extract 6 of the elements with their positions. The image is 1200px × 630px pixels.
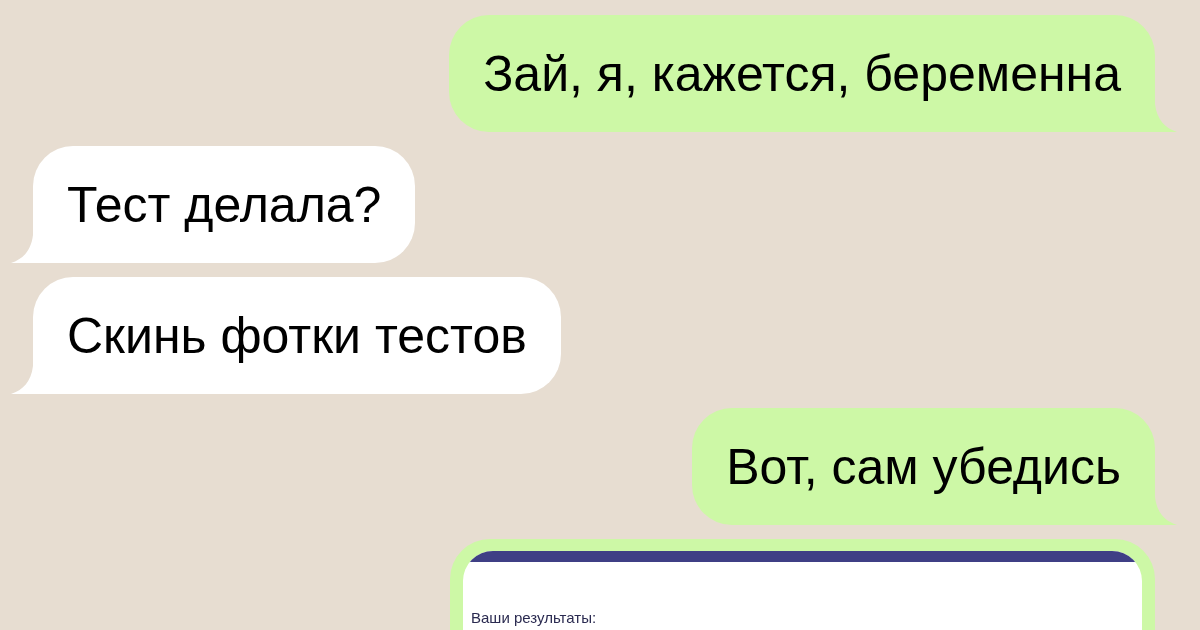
image-message-bubble[interactable]: Ваши результаты: (450, 539, 1155, 630)
message-text: Зай, я, кажется, беременна (483, 48, 1121, 99)
results-heading: Ваши результаты: (471, 609, 597, 626)
message-text: Вот, сам убедись (726, 441, 1121, 492)
message-text: Скинь фотки тестов (67, 310, 527, 361)
message-text: Тест делала? (67, 179, 382, 230)
